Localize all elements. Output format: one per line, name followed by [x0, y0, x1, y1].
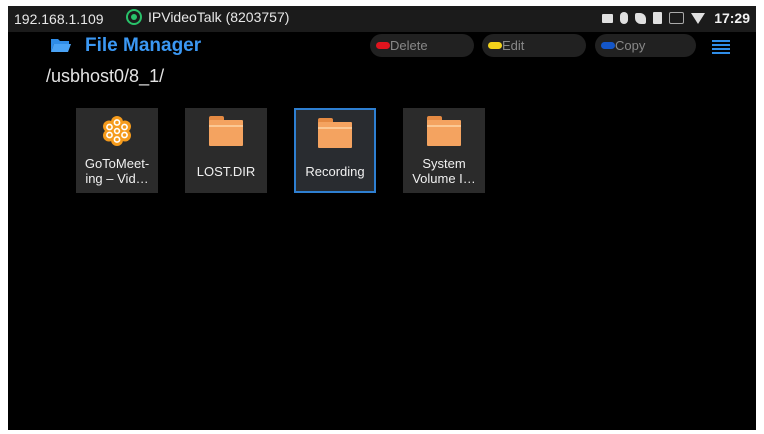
menu-icon[interactable] — [712, 40, 730, 54]
ethernet-icon — [669, 12, 685, 24]
file-item-recording[interactable]: Recording — [294, 108, 376, 193]
folder-icon — [318, 118, 352, 148]
status-icons: 17:29 — [602, 10, 750, 26]
wifi-icon — [691, 12, 706, 24]
delete-label: Delete — [390, 38, 428, 53]
gotomeeting-icon — [103, 116, 131, 146]
ipvideotalk-icon — [126, 9, 142, 25]
folder-open-icon — [51, 39, 71, 52]
edit-color-dot — [488, 42, 502, 49]
phone-icon — [635, 12, 647, 24]
edit-label: Edit — [502, 38, 525, 53]
file-name: LOST.DIR — [196, 164, 256, 179]
ip-address: 192.168.1.109 — [14, 11, 104, 27]
file-item-lost-dir[interactable]: LOST.DIR — [185, 108, 267, 193]
copy-button[interactable]: Copy — [595, 34, 696, 57]
file-name: GoToMeet- ing – Vid… — [84, 156, 150, 186]
copy-color-dot — [601, 42, 615, 49]
page-title: File Manager — [85, 35, 202, 56]
folder-icon — [209, 116, 243, 146]
edit-button[interactable]: Edit — [482, 34, 586, 57]
delete-button[interactable]: Delete — [370, 34, 474, 57]
file-item-gotomeeting[interactable]: GoToMeet- ing – Vid… — [76, 108, 158, 193]
screen: 192.168.1.109 IPVideoTalk (8203757) 17:2… — [8, 6, 756, 430]
delete-color-dot — [376, 42, 390, 49]
photo-icon — [602, 13, 614, 23]
file-item-system-volume[interactable]: System Volume I… — [403, 108, 485, 193]
folder-icon — [427, 116, 461, 146]
sd-card-icon — [653, 12, 663, 24]
file-name: Recording — [305, 164, 365, 179]
copy-label: Copy — [615, 38, 646, 53]
app-indicator[interactable]: IPVideoTalk (8203757) — [126, 9, 289, 25]
clock: 17:29 — [714, 10, 750, 26]
current-path: /usbhost0/8_1/ — [46, 66, 165, 86]
mouse-icon — [620, 12, 629, 24]
title-bar: File Manager Delete Edit Copy — [8, 32, 756, 60]
app-name: IPVideoTalk (8203757) — [148, 9, 290, 25]
status-bar: 192.168.1.109 IPVideoTalk (8203757) 17:2… — [8, 6, 756, 32]
file-name: System Volume I… — [412, 156, 476, 186]
